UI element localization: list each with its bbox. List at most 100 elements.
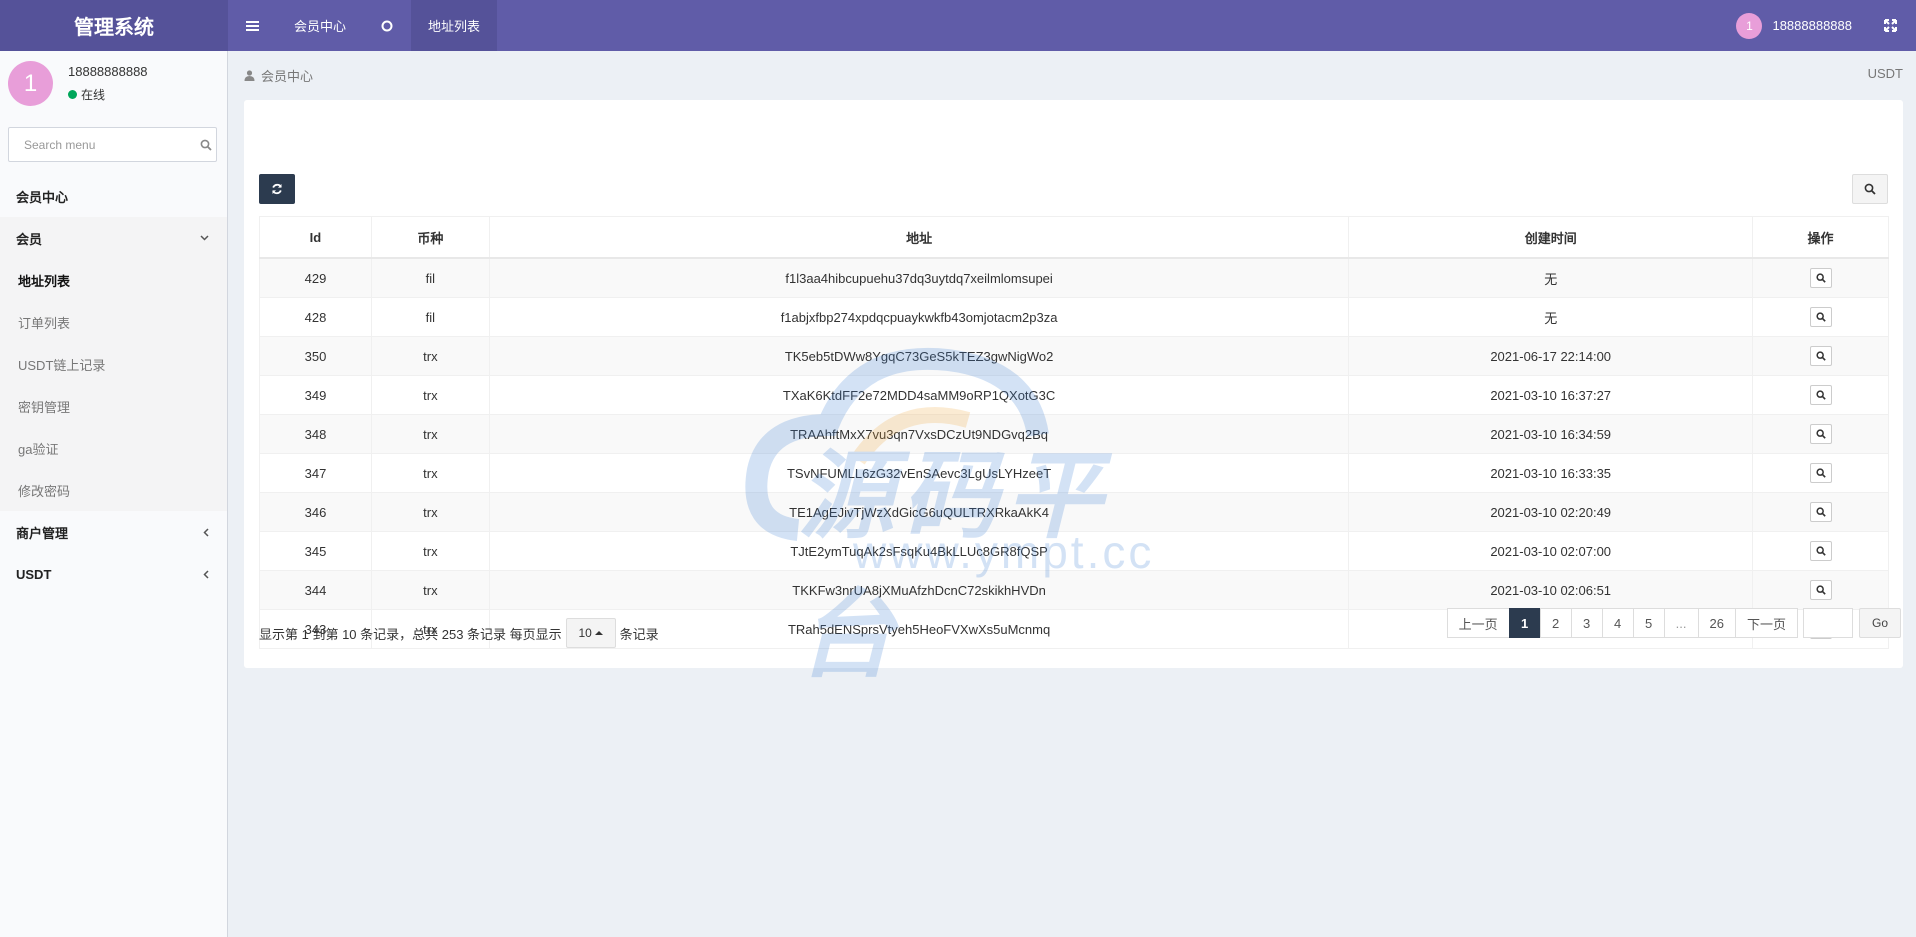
cell-id: 348 <box>259 414 372 454</box>
page-size-select[interactable]: 10 <box>565 618 616 648</box>
pagination-suffix: 条记录 <box>619 626 659 642</box>
cell-id: 350 <box>259 336 372 376</box>
refresh-tab-button[interactable] <box>363 0 411 51</box>
sidebar-item-member-center[interactable]: 会员中心 <box>0 175 227 217</box>
cell-address: TXaK6KtdFF2e72MDD4saMM9oRP1QXotG3C <box>488 375 1350 415</box>
column-header-id[interactable]: Id <box>259 216 372 259</box>
view-detail-button[interactable] <box>1809 463 1832 483</box>
logo[interactable]: 管理系统 <box>0 0 228 51</box>
menu-toggle-button[interactable] <box>228 0 277 51</box>
view-detail-button[interactable] <box>1809 580 1832 600</box>
page-button-4[interactable]: 4 <box>1601 608 1634 638</box>
sidebar-item-order-list[interactable]: 订单列表 <box>0 301 227 343</box>
cell-id: 349 <box>259 375 372 415</box>
header-tab-address-list[interactable]: 地址列表 <box>411 0 498 51</box>
table-row: 346 trx TE1AgEJivTjWzXdGicG6uQULTRXRkaAkK4… <box>259 492 1889 532</box>
cell-created-time: 2021-03-10 16:37:27 <box>1348 375 1754 415</box>
cell-address: f1abjxfbp274xpdqcpuaykwkfb43omjotacm2p3z… <box>488 297 1350 337</box>
cell-created-time: 无 <box>1348 257 1754 298</box>
view-detail-button[interactable] <box>1809 541 1832 561</box>
search-icon <box>1815 429 1826 439</box>
page-button-1[interactable]: 1 <box>1508 608 1541 638</box>
hamburger-icon <box>246 20 259 31</box>
sidebar-item-ga-verify[interactable]: ga验证 <box>0 427 227 469</box>
view-detail-button[interactable] <box>1809 346 1832 366</box>
search-icon <box>1815 468 1826 478</box>
cell-actions <box>1752 375 1889 415</box>
cell-coin: trx <box>370 570 490 610</box>
sidebar-item-label: USDT <box>16 566 52 582</box>
sidebar-item-merchant[interactable]: 商户管理 <box>0 511 227 553</box>
cell-address: TKKFw3nrUA8jXMuAfzhDcnC72skikhHVDn <box>488 570 1350 610</box>
breadcrumb-member-center[interactable]: 会员中心 <box>261 66 313 85</box>
breadcrumb: 会员中心 <box>244 66 313 85</box>
table-row: 428 fil f1abjxfbp274xpdqcpuaykwkfb43omjota… <box>259 297 1889 337</box>
header-nav: 会员中心 地址列表 <box>228 0 498 51</box>
view-detail-button[interactable] <box>1809 385 1832 405</box>
cell-actions <box>1752 257 1889 298</box>
fullscreen-button[interactable] <box>1880 19 1900 32</box>
sidebar-item-key-management[interactable]: 密钥管理 <box>0 385 227 427</box>
cell-coin: trx <box>370 531 490 571</box>
prev-page-button[interactable]: 上一页 <box>1446 608 1510 638</box>
view-detail-button[interactable] <box>1809 424 1832 444</box>
table-row: 349 trx TXaK6KtdFF2e72MDD4saMM9oRP1QXotG3C… <box>259 375 1889 415</box>
cell-actions <box>1752 453 1889 493</box>
page-size-value: 10 <box>578 626 592 640</box>
view-detail-button[interactable] <box>1809 502 1832 522</box>
cell-address: TE1AgEJivTjWzXdGicG6uQULTRXRkaAkK4 <box>488 492 1350 532</box>
column-header-created-time[interactable]: 创建时间 <box>1348 216 1754 259</box>
cell-id: 428 <box>259 297 372 337</box>
table-row: 348 trx TRAAhftMxX7vu3qn7VxsDCzUt9NDGvq2Bq… <box>259 414 1889 454</box>
search-menu-button[interactable] <box>196 139 216 151</box>
cell-address: TSvNFUMLL6zG32vEnSAevc3LgUsLYHzeeT <box>488 453 1350 493</box>
toggle-search-button[interactable] <box>1852 174 1888 204</box>
refresh-icon <box>272 183 282 195</box>
sidebar-item-address-list[interactable]: 地址列表 <box>0 259 227 301</box>
online-status-label: 在线 <box>81 88 106 102</box>
view-detail-button[interactable] <box>1809 268 1832 288</box>
header-tab-member-center[interactable]: 会员中心 <box>277 0 363 51</box>
pagination: 上一页 1 2 3 4 5 ... 26 下一页 Go <box>1446 608 1901 638</box>
page-button-26[interactable]: 26 <box>1697 608 1736 638</box>
sidebar-item-label: 会员 <box>16 231 43 247</box>
search-icon <box>1815 390 1826 400</box>
page-button-2[interactable]: 2 <box>1539 608 1572 638</box>
search-icon <box>200 139 212 151</box>
cell-address: TRAAhftMxX7vu3qn7VxsDCzUt9NDGvq2Bq <box>488 414 1350 454</box>
user-icon <box>244 70 255 81</box>
header-right: 1 18888888888 <box>1736 0 1916 51</box>
search-icon <box>1815 312 1826 322</box>
cell-actions <box>1752 414 1889 454</box>
column-header-actions: 操作 <box>1752 216 1889 259</box>
sidebar-item-member[interactable]: 会员 <box>0 217 227 259</box>
page-button-5[interactable]: 5 <box>1632 608 1665 638</box>
view-detail-button[interactable] <box>1809 307 1832 327</box>
refresh-button[interactable] <box>259 174 295 204</box>
pagination-info: 显示第 1 到第 10 条记录，总共 253 条记录 每页显示 10 条记录 <box>259 618 659 648</box>
header-user-menu[interactable]: 1 18888888888 <box>1736 12 1852 39</box>
sidebar-item-usdt-chain-records[interactable]: USDT链上记录 <box>0 343 227 385</box>
cell-created-time: 2021-03-10 16:33:35 <box>1348 453 1754 493</box>
sidebar-item-usdt[interactable]: USDT <box>0 553 227 595</box>
cell-id: 344 <box>259 570 372 610</box>
page-jump-input[interactable] <box>1803 608 1853 638</box>
sidebar-item-change-password[interactable]: 修改密码 <box>0 469 227 511</box>
sidebar-menu: 会员中心 会员 地址列表 订单列表 USDT链上记录 密钥管理 ga验证 修改密… <box>0 175 227 595</box>
page-button-3[interactable]: 3 <box>1570 608 1603 638</box>
search-menu-input[interactable] <box>22 136 193 153</box>
pagination-info-text: 显示第 1 到第 10 条记录，总共 253 条记录 每页显示 <box>259 626 562 642</box>
column-header-address[interactable]: 地址 <box>488 216 1350 259</box>
search-icon <box>1815 273 1826 283</box>
cell-actions <box>1752 531 1889 571</box>
next-page-button[interactable]: 下一页 <box>1734 608 1798 638</box>
sidebar-search <box>8 127 217 162</box>
top-navbar: 管理系统 会员中心 地址列表 1 18888888888 <box>0 0 1916 51</box>
search-icon <box>1815 507 1826 517</box>
column-header-coin[interactable]: 币种 <box>370 216 490 259</box>
cell-actions <box>1752 570 1889 610</box>
cell-created-time: 2021-03-10 02:07:00 <box>1348 531 1754 571</box>
go-button[interactable]: Go <box>1859 608 1901 638</box>
cell-address: TJtE2ymTuqAk2sFsqKu4BkLLUc8GR8fQSP <box>488 531 1350 571</box>
table-row: 429 fil f1l3aa4hibcupuehu37dq3uytdq7xeilml… <box>259 257 1889 298</box>
